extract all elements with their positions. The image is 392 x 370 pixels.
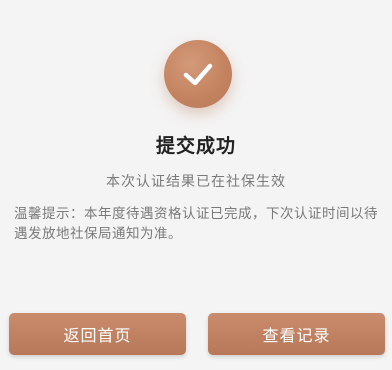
result-title: 提交成功 [155, 135, 236, 157]
view-records-label: 查看记录 [262, 326, 331, 345]
success-badge [164, 40, 232, 108]
return-home-label: 返回首页 [63, 326, 132, 345]
check-icon [183, 63, 213, 86]
return-home-button[interactable]: 返回首页 [9, 313, 186, 355]
warm-tip-notice: 温馨提示：本年度待遇资格认证已完成，下次认证时间以待遇发放地社保局通知为准。 [14, 206, 378, 242]
result-subtitle: 本次认证结果已在社保生效 [106, 174, 286, 190]
view-records-button[interactable]: 查看记录 [208, 313, 385, 355]
submit-success-page: 提交成功 本次认证结果已在社保生效 温馨提示：本年度待遇资格认证已完成，下次认证… [0, 0, 392, 370]
